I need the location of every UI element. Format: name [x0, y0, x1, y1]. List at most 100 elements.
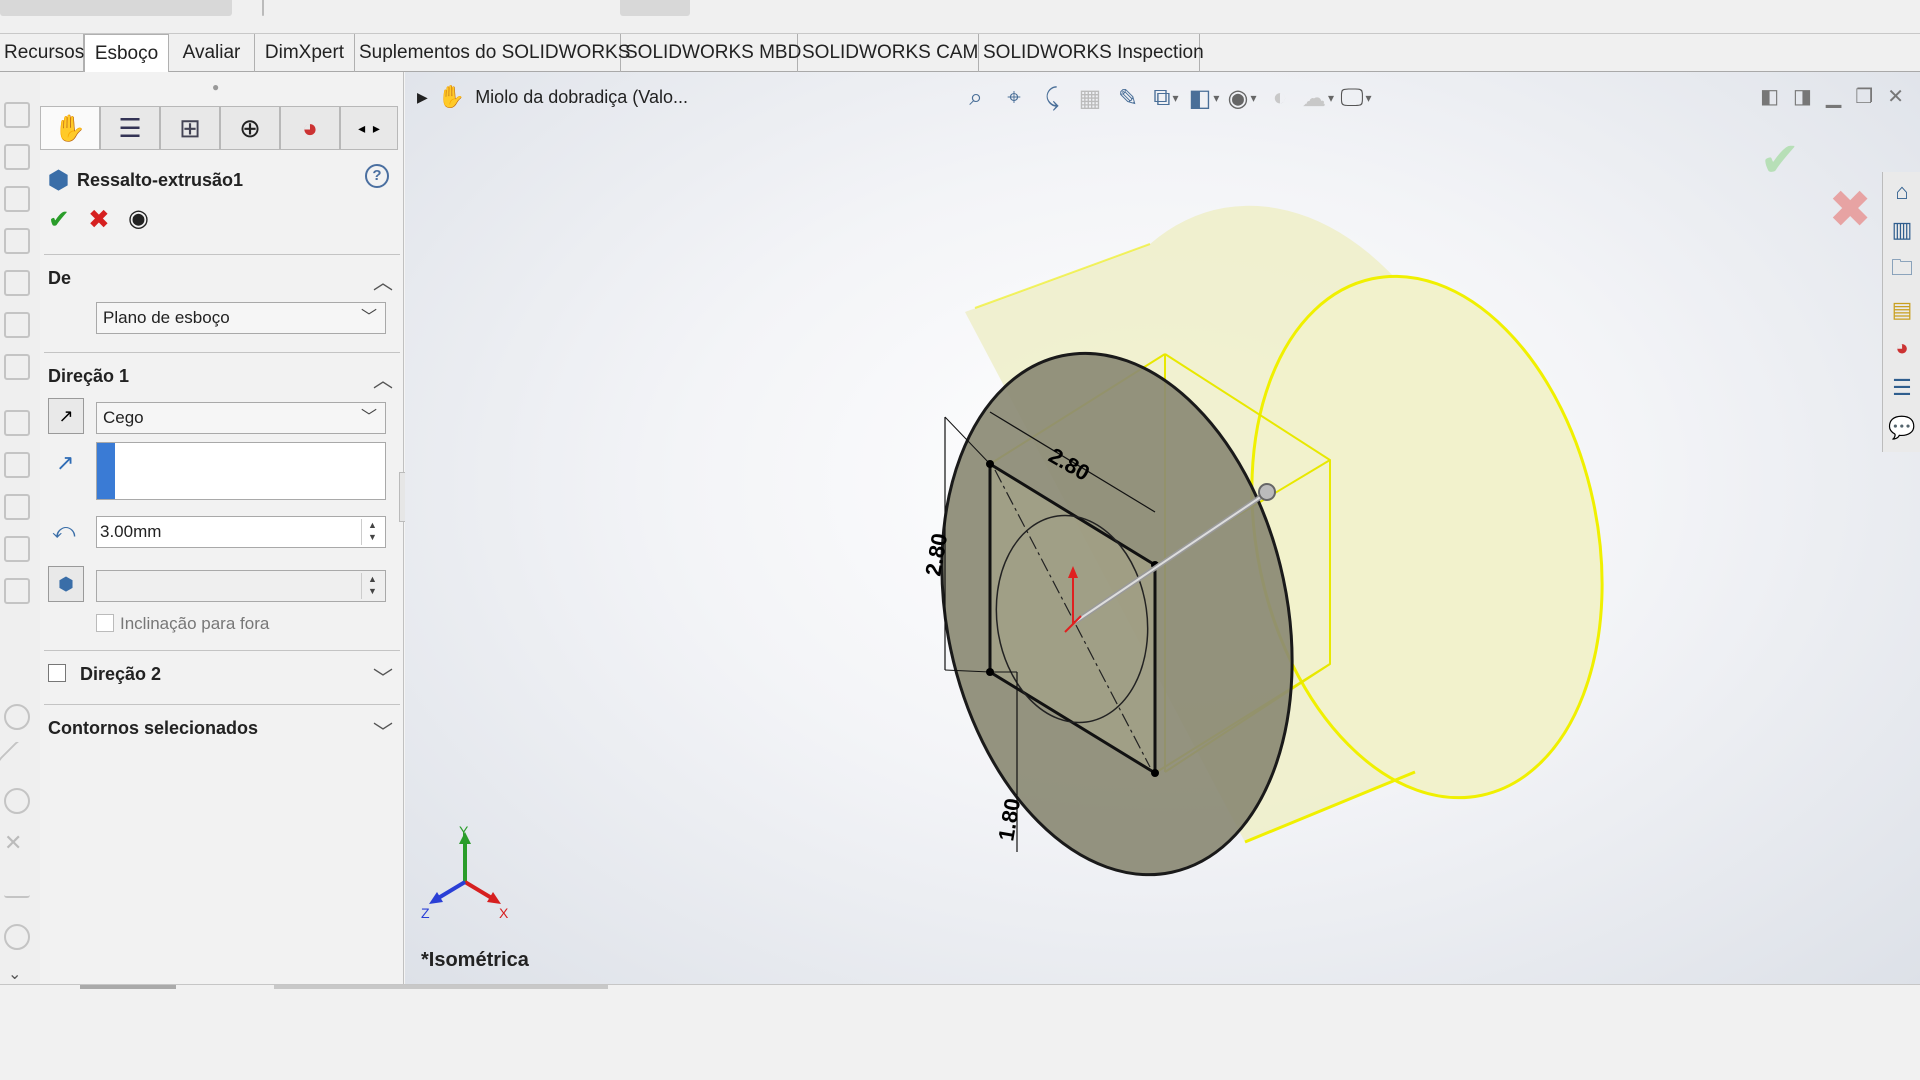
spline-tool-icon[interactable]	[4, 924, 30, 950]
section-de-header[interactable]: De	[48, 268, 71, 289]
tab-recursos[interactable]: Recursos	[0, 34, 84, 72]
sketch-tool-icon[interactable]	[4, 270, 30, 296]
property-manager: ● ✋ ☰ ⊞ ⊕ ◕ ◂ ▸ ⬢ Ressalto-extrusão1 ? ✔…	[40, 72, 409, 984]
status-tab[interactable]	[80, 985, 176, 989]
chevron-left-icon[interactable]: ◂	[358, 120, 365, 137]
depth-spinner[interactable]: ▲ ▼	[361, 519, 383, 545]
sketch-tool-icon[interactable]	[4, 228, 30, 254]
section-contornos-header[interactable]: Contornos selecionados	[48, 718, 258, 739]
chevron-up-icon[interactable]: ︿	[373, 266, 393, 295]
sketch-tool-icon[interactable]	[4, 312, 30, 338]
dimxpert-manager-tab[interactable]: ⊕	[220, 106, 280, 150]
tab-inspection[interactable]: SOLIDWORKS Inspection	[979, 34, 1204, 72]
sketch-tool-icon[interactable]	[4, 186, 30, 212]
sketch-tool-icon[interactable]	[4, 144, 30, 170]
feature-manager-tab[interactable]: ✋	[40, 106, 100, 150]
dimension-label[interactable]: 1.80	[993, 796, 1025, 843]
config-icon: ⊞	[179, 112, 201, 143]
direction-arrow-icon: ↗	[56, 450, 75, 475]
part-icon: ✋	[53, 112, 87, 143]
sketch-tool-icon[interactable]	[4, 102, 30, 128]
sketch-tool-icon[interactable]	[4, 452, 30, 478]
divider	[44, 650, 400, 651]
chevron-down-icon: ﹀	[360, 309, 377, 326]
sketch-tool-icon[interactable]	[4, 410, 30, 436]
chevron-down-icon[interactable]: ﹀	[373, 716, 393, 745]
end-condition-value: Cego	[103, 408, 144, 427]
draft-outward-checkbox[interactable]	[96, 614, 114, 632]
toolbar-separator	[262, 0, 264, 16]
reverse-direction-button[interactable]: ↗	[48, 398, 84, 434]
configuration-manager-tab[interactable]: ⊞	[160, 106, 220, 150]
property-manager-tab[interactable]: ☰	[100, 106, 160, 150]
list-icon: ☰	[118, 112, 142, 143]
depth-input[interactable]: 3.00mm ▲ ▼	[96, 516, 386, 548]
sketch-tool-icon[interactable]	[4, 354, 30, 380]
display-manager-tab[interactable]: ◕	[280, 106, 340, 150]
tab-suplementos[interactable]: Suplementos do SOLIDWORKS	[355, 34, 630, 72]
axis-y-label: Y	[459, 823, 469, 839]
cancel-x-icon[interactable]: ✖	[88, 204, 110, 235]
draft-spinner[interactable]: ▲ ▼	[361, 573, 383, 599]
selection-focus-bar	[97, 443, 115, 499]
graphics-area[interactable]: ▶ ✋ Miolo da dobradiça (Valo... ⌕ ⌖ ⤹ ▦ …	[405, 72, 1920, 984]
expand-chevron-icon[interactable]: ⌄	[8, 964, 21, 984]
axis-z-label: Z	[421, 905, 430, 921]
depth-value: 3.00mm	[100, 522, 162, 541]
section-direcao1-header[interactable]: Direção 1	[48, 366, 129, 387]
preview-eye-icon[interactable]: ◉	[128, 204, 149, 233]
line-tool-icon[interactable]	[0, 740, 36, 778]
divider	[44, 704, 400, 705]
draft-toggle-button[interactable]: ⬢	[48, 566, 84, 602]
de-select-value: Plano de esboço	[103, 308, 230, 327]
de-select[interactable]: Plano de esboço ﹀	[96, 302, 386, 334]
end-condition-select[interactable]: Cego ﹀	[96, 402, 386, 434]
circle-tool-icon[interactable]	[4, 704, 30, 730]
manager-tabs: ✋ ☰ ⊞ ⊕ ◕ ◂ ▸	[40, 106, 404, 150]
model-3d-view[interactable]: 2.80 2.80 1.80 Y X Z	[405, 72, 1920, 984]
divider	[44, 352, 400, 353]
tab-mbd[interactable]: SOLIDWORKS MBD	[621, 34, 801, 72]
chevron-right-icon[interactable]: ▸	[373, 120, 380, 137]
appearance-icon: ◕	[302, 112, 318, 143]
ok-check-icon[interactable]: ✔	[48, 204, 70, 235]
command-manager-tabs: Recursos Esboço Avaliar DimXpert Supleme…	[0, 34, 1920, 72]
feature-title-row: ⬢ Ressalto-extrusão1	[48, 166, 243, 195]
view-orientation-label: *Isométrica	[421, 949, 529, 971]
sketch-toolbar: ✕ ⌄	[0, 72, 40, 984]
crosshair-icon: ⊕	[239, 112, 261, 143]
splitter-handle-icon[interactable]: ●	[212, 80, 219, 94]
axis-x-label: X	[499, 905, 509, 921]
angle-tool-icon[interactable]	[4, 872, 30, 898]
draft-angle-input[interactable]: ▲ ▼	[96, 570, 386, 602]
toolbar-block	[0, 0, 232, 16]
top-toolbar-strip	[0, 0, 1920, 34]
tab-avaliar[interactable]: Avaliar	[169, 34, 255, 72]
tab-cam[interactable]: SOLIDWORKS CAM	[798, 34, 979, 72]
divider	[44, 254, 400, 255]
direction-field[interactable]	[96, 442, 386, 500]
help-icon[interactable]: ?	[365, 164, 389, 188]
toolbar-block	[620, 0, 690, 16]
trim-tool-icon[interactable]: ✕	[4, 830, 30, 856]
direcao2-checkbox[interactable]	[48, 664, 66, 682]
polygon-tool-icon[interactable]	[4, 788, 30, 814]
reverse-direction-icon: ↗	[58, 405, 74, 426]
draft-outward-label: Inclinação para fora	[120, 614, 270, 633]
coordinate-triad: Y X Z	[421, 823, 509, 921]
depth-icon: ⤺	[52, 518, 76, 543]
sketch-tool-icon[interactable]	[4, 494, 30, 520]
status-bar	[0, 984, 1920, 1080]
tab-dimxpert[interactable]: DimXpert	[255, 34, 355, 72]
chevron-up-icon[interactable]: ︿	[373, 364, 393, 393]
sketch-tool-icon[interactable]	[4, 536, 30, 562]
chevron-down-icon[interactable]: ﹀	[373, 662, 393, 691]
sketch-tool-icon[interactable]	[4, 578, 30, 604]
extrude-icon: ⬢	[48, 167, 69, 194]
tab-esboco[interactable]: Esboço	[84, 34, 169, 72]
section-direcao2-header[interactable]: Direção 2	[80, 664, 161, 685]
tab-scroll[interactable]: ◂ ▸	[340, 106, 398, 150]
status-tab[interactable]	[274, 985, 608, 989]
chevron-down-icon: ﹀	[360, 409, 377, 426]
draft-icon: ⬢	[58, 573, 74, 594]
